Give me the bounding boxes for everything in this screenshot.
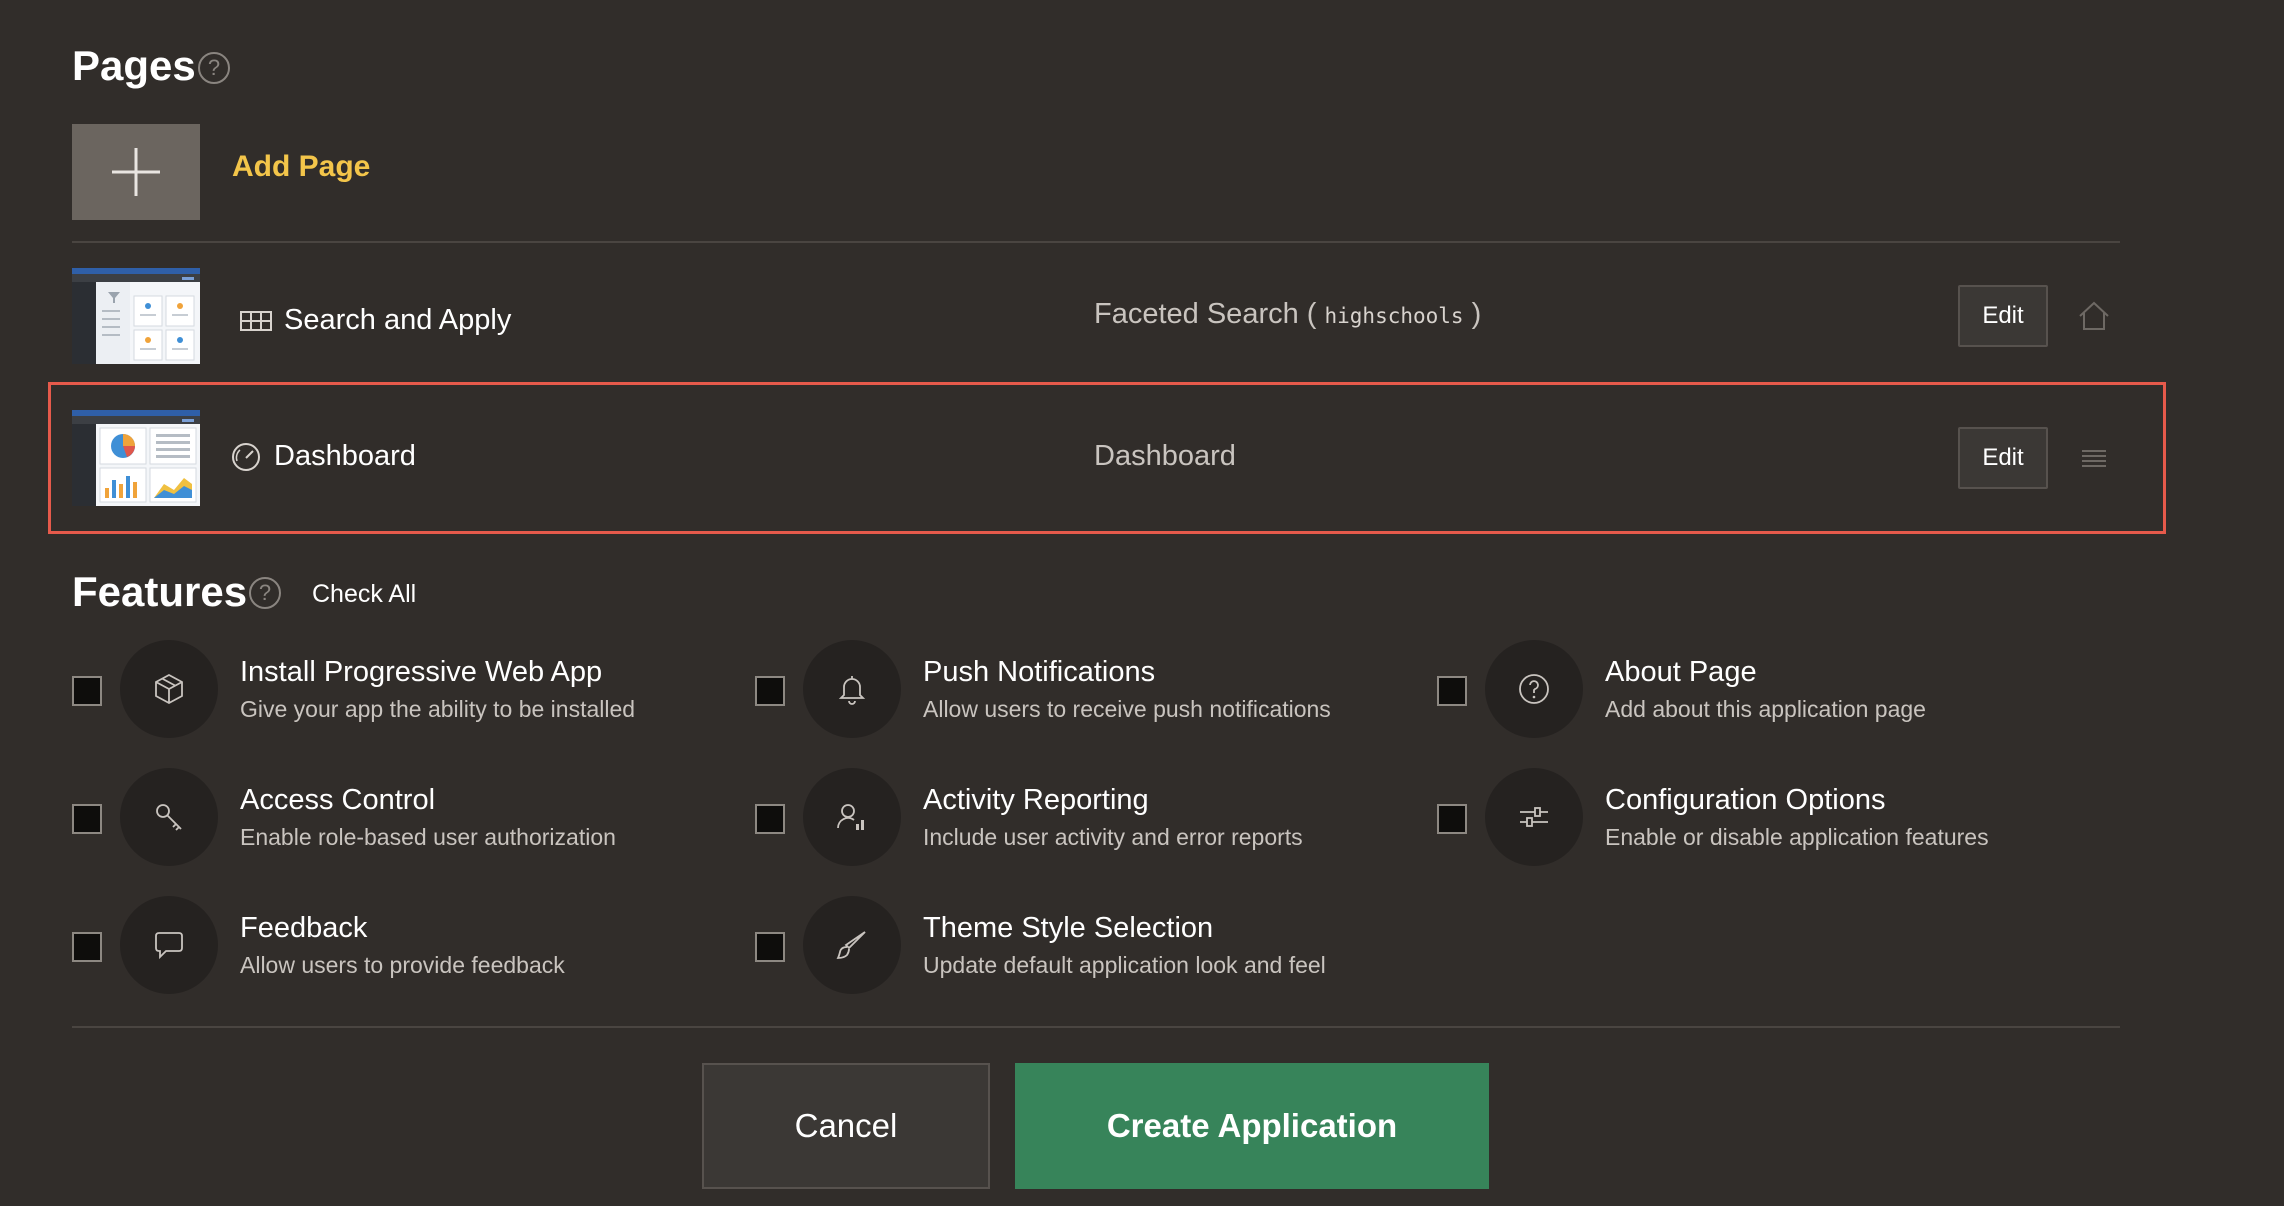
feature-title: About Page	[1605, 656, 1757, 688]
bell-icon	[803, 640, 901, 738]
page-row-search-and-apply: Search and Apply Faceted Search ( highsc…	[72, 268, 2120, 396]
feature-description: Allow users to provide feedback	[240, 952, 565, 978]
feature-description: Include user activity and error reports	[923, 824, 1303, 850]
feature-title: Activity Reporting	[923, 784, 1149, 816]
feature-checkbox[interactable]	[755, 932, 785, 962]
feature-checkbox[interactable]	[72, 676, 102, 706]
pages-divider	[72, 241, 2120, 243]
question-circle-icon	[1485, 640, 1583, 738]
user-chart-icon	[803, 768, 901, 866]
add-page-link[interactable]: Add Page	[232, 150, 370, 184]
feature-checkbox[interactable]	[72, 804, 102, 834]
features-help-icon[interactable]: ?	[249, 577, 281, 609]
page-type-suffix: )	[1463, 298, 1482, 330]
feature-title: Theme Style Selection	[923, 912, 1214, 944]
page-type-label: Faceted Search (	[1094, 298, 1325, 330]
plus-icon	[112, 148, 160, 196]
features-divider	[72, 1026, 2120, 1028]
check-all-link[interactable]: Check All	[312, 580, 416, 609]
feature-description: Update default application look and feel	[923, 952, 1326, 978]
create-application-button[interactable]: Create Application	[1015, 1063, 1489, 1189]
home-icon[interactable]	[2072, 294, 2116, 338]
feature-title: Feedback	[240, 912, 368, 944]
feature-feedback: Feedback Allow users to provide feedback	[72, 896, 752, 996]
feature-title: Install Progressive Web App	[240, 656, 603, 688]
feature-checkbox[interactable]	[755, 676, 785, 706]
page-name-label: Search and Apply	[284, 304, 512, 336]
pages-title: Pages	[72, 42, 196, 89]
feature-description: Allow users to receive push notification…	[923, 696, 1331, 722]
feature-description: Enable or disable application features	[1605, 824, 1989, 850]
edit-page-button[interactable]: Edit	[1958, 285, 2048, 347]
add-page-tile[interactable]	[72, 124, 200, 220]
pages-help-icon[interactable]: ?	[198, 52, 230, 84]
feature-description: Give your app the ability to be installe…	[240, 696, 636, 722]
page-type-faceted-search: Faceted Search ( highschools )	[1094, 298, 1481, 331]
faceted-search-thumbnail	[72, 268, 200, 364]
features-title: Features	[72, 568, 248, 615]
grid-table-icon	[240, 310, 272, 331]
feature-about-page: About Page Add about this application pa…	[1437, 640, 2117, 740]
cancel-button[interactable]: Cancel	[702, 1063, 990, 1189]
brush-icon	[803, 896, 901, 994]
feature-description: Enable role-based user authorization	[240, 824, 616, 850]
feature-checkbox[interactable]	[72, 932, 102, 962]
feature-title: Push Notifications	[923, 656, 1156, 688]
feature-install-pwa: Install Progressive Web App Give your ap…	[72, 640, 752, 740]
feature-push-notifications: Push Notifications Allow users to receiv…	[755, 640, 1435, 740]
key-icon	[120, 768, 218, 866]
feature-configuration-options: Configuration Options Enable or disable …	[1437, 768, 2117, 868]
feature-checkbox[interactable]	[1437, 676, 1467, 706]
feature-title: Configuration Options	[1605, 784, 1886, 816]
feature-access-control: Access Control Enable role-based user au…	[72, 768, 752, 868]
page-type-table: highschools	[1324, 304, 1464, 328]
feature-title: Access Control	[240, 784, 436, 816]
feature-checkbox[interactable]	[755, 804, 785, 834]
feature-theme-style-selection: Theme Style Selection Update default app…	[755, 896, 1435, 996]
selection-highlight	[48, 382, 2166, 534]
feature-checkbox[interactable]	[1437, 804, 1467, 834]
feature-description: Add about this application page	[1605, 696, 1926, 722]
feature-activity-reporting: Activity Reporting Include user activity…	[755, 768, 1435, 868]
package-icon	[120, 640, 218, 738]
page-name-search-and-apply: Search and Apply	[240, 304, 511, 337]
chat-bubble-icon	[120, 896, 218, 994]
sliders-icon	[1485, 768, 1583, 866]
